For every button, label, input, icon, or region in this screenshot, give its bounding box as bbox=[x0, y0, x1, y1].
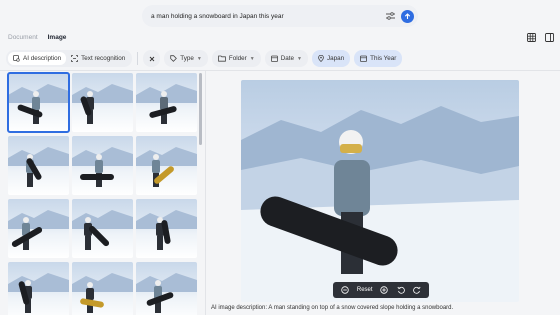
snowboarder-photo bbox=[8, 273, 69, 313]
image-thumbnail[interactable] bbox=[136, 73, 197, 132]
folder-filter-label: Folder bbox=[228, 55, 247, 62]
tab-image[interactable]: Image bbox=[48, 34, 67, 41]
scan-text-icon bbox=[71, 55, 79, 62]
filter-bar: AI description Text recognition Type ▼ F… bbox=[6, 50, 403, 67]
type-filter[interactable]: Type ▼ bbox=[164, 50, 208, 67]
results-scrollbar[interactable] bbox=[199, 73, 202, 145]
chevron-down-icon: ▼ bbox=[249, 55, 255, 62]
snowboarder-photo bbox=[8, 84, 69, 124]
folder-filter[interactable]: Folder ▼ bbox=[211, 50, 261, 67]
rotate-right-icon[interactable] bbox=[412, 286, 421, 295]
snowboarder-photo bbox=[136, 84, 197, 124]
image-thumbnail[interactable] bbox=[136, 262, 197, 315]
ai-description-button[interactable]: AI description bbox=[8, 52, 67, 65]
snowboarder-photo bbox=[241, 106, 519, 302]
image-search-icon bbox=[13, 55, 20, 62]
ai-image-description: AI image description: A man standing on … bbox=[211, 305, 454, 311]
clear-filters-button[interactable] bbox=[143, 50, 161, 67]
calendar-icon bbox=[270, 55, 278, 62]
grid-view-icon[interactable] bbox=[527, 33, 536, 42]
search-bar[interactable]: a man holding a snowboard in Japan this … bbox=[142, 5, 418, 27]
arrow-up-icon bbox=[404, 12, 411, 19]
folder-icon bbox=[218, 55, 226, 62]
header-divider bbox=[0, 70, 560, 71]
text-recognition-label: Text recognition bbox=[81, 55, 126, 62]
period-filter-chip[interactable]: This Year bbox=[354, 50, 403, 67]
image-thumbnail[interactable] bbox=[8, 136, 69, 195]
result-tabs: Document Image bbox=[8, 34, 66, 41]
image-thumbnail[interactable] bbox=[72, 73, 133, 132]
calendar-icon bbox=[360, 55, 368, 62]
search-input[interactable]: a man holding a snowboard in Japan this … bbox=[151, 13, 383, 20]
map-pin-icon bbox=[318, 55, 324, 62]
image-thumbnail[interactable] bbox=[136, 199, 197, 258]
snowboarder-photo bbox=[72, 84, 133, 124]
split-view-icon[interactable] bbox=[545, 33, 554, 42]
image-preview bbox=[241, 80, 519, 302]
close-icon bbox=[149, 56, 155, 61]
image-thumbnail[interactable] bbox=[72, 262, 133, 315]
image-thumbnail[interactable] bbox=[136, 136, 197, 195]
text-recognition-button[interactable]: Text recognition bbox=[66, 52, 130, 65]
location-filter-chip[interactable]: Japan bbox=[311, 50, 351, 67]
type-filter-label: Type bbox=[180, 55, 194, 62]
search-submit-button[interactable] bbox=[401, 9, 414, 23]
image-thumbnail[interactable] bbox=[72, 136, 133, 195]
ai-description-label: AI description bbox=[23, 55, 62, 62]
snowboarder-photo bbox=[136, 273, 197, 313]
view-toggle bbox=[527, 33, 554, 42]
date-filter[interactable]: Date ▼ bbox=[264, 50, 308, 67]
image-thumbnail[interactable] bbox=[8, 199, 69, 258]
snowboarder-photo bbox=[72, 147, 133, 187]
period-filter-label: This Year bbox=[370, 55, 397, 62]
snowboarder-photo bbox=[8, 210, 69, 250]
zoom-in-icon[interactable] bbox=[380, 286, 389, 295]
snowboarder-photo bbox=[72, 273, 133, 313]
image-thumbnail[interactable] bbox=[8, 262, 69, 315]
snowboarder-photo bbox=[136, 147, 197, 187]
sliders-icon[interactable] bbox=[383, 9, 397, 23]
tag-icon bbox=[170, 55, 178, 62]
snowboarder-photo bbox=[136, 210, 197, 250]
image-thumbnail[interactable] bbox=[7, 72, 70, 133]
filter-divider bbox=[137, 52, 139, 65]
chevron-down-icon: ▼ bbox=[196, 55, 202, 62]
tab-document[interactable]: Document bbox=[8, 34, 38, 41]
snowboarder-photo bbox=[8, 147, 69, 187]
chevron-down-icon: ▼ bbox=[297, 55, 302, 62]
location-filter-label: Japan bbox=[326, 55, 345, 62]
zoom-out-icon[interactable] bbox=[341, 286, 350, 295]
panel-divider bbox=[205, 70, 206, 315]
image-thumbnail[interactable] bbox=[72, 199, 133, 258]
snowboarder-photo bbox=[72, 210, 133, 250]
viewer-controls: Reset bbox=[333, 282, 429, 298]
reset-zoom-button[interactable]: Reset bbox=[357, 287, 373, 293]
rotate-left-icon[interactable] bbox=[396, 286, 405, 295]
search-mode-toggle: AI description Text recognition bbox=[6, 50, 133, 67]
date-filter-label: Date bbox=[280, 55, 294, 62]
